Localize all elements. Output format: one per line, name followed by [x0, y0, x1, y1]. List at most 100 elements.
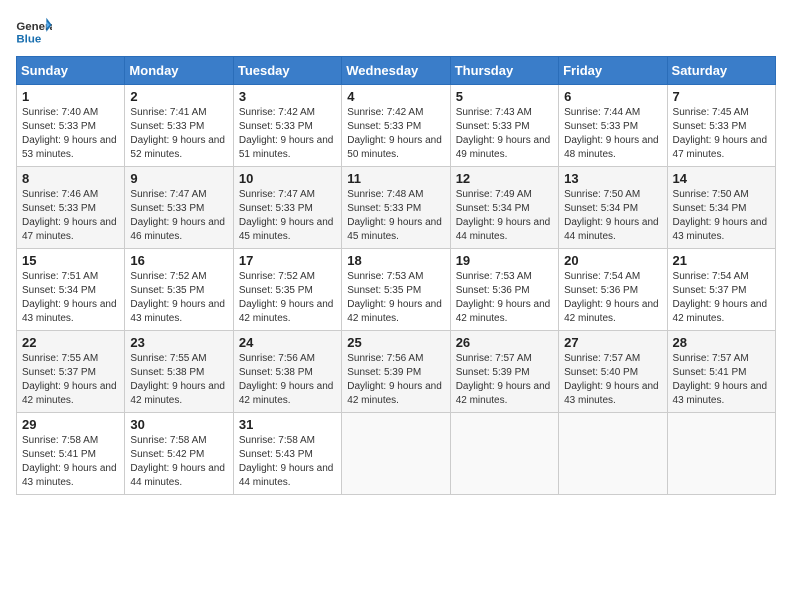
calendar-cell: 9 Sunrise: 7:47 AM Sunset: 5:33 PM Dayli…	[125, 167, 233, 249]
calendar-cell: 22 Sunrise: 7:55 AM Sunset: 5:37 PM Dayl…	[17, 331, 125, 413]
column-header-tuesday: Tuesday	[233, 57, 341, 85]
column-header-friday: Friday	[559, 57, 667, 85]
calendar-cell	[559, 413, 667, 495]
calendar-week-3: 15 Sunrise: 7:51 AM Sunset: 5:34 PM Dayl…	[17, 249, 776, 331]
day-number: 26	[456, 335, 553, 350]
calendar-week-5: 29 Sunrise: 7:58 AM Sunset: 5:41 PM Dayl…	[17, 413, 776, 495]
day-info: Sunrise: 7:41 AM Sunset: 5:33 PM Dayligh…	[130, 106, 227, 162]
day-number: 8	[22, 171, 119, 186]
day-number: 30	[130, 417, 227, 432]
calendar-cell: 2 Sunrise: 7:41 AM Sunset: 5:33 PM Dayli…	[125, 85, 233, 167]
calendar-cell: 20 Sunrise: 7:54 AM Sunset: 5:36 PM Dayl…	[559, 249, 667, 331]
calendar-cell: 19 Sunrise: 7:53 AM Sunset: 5:36 PM Dayl…	[450, 249, 558, 331]
day-info: Sunrise: 7:42 AM Sunset: 5:33 PM Dayligh…	[239, 106, 336, 162]
day-info: Sunrise: 7:52 AM Sunset: 5:35 PM Dayligh…	[130, 270, 227, 326]
calendar-cell	[450, 413, 558, 495]
day-number: 13	[564, 171, 661, 186]
day-number: 15	[22, 253, 119, 268]
calendar-cell: 12 Sunrise: 7:49 AM Sunset: 5:34 PM Dayl…	[450, 167, 558, 249]
calendar-cell: 15 Sunrise: 7:51 AM Sunset: 5:34 PM Dayl…	[17, 249, 125, 331]
day-info: Sunrise: 7:57 AM Sunset: 5:41 PM Dayligh…	[673, 352, 770, 408]
day-info: Sunrise: 7:56 AM Sunset: 5:39 PM Dayligh…	[347, 352, 444, 408]
calendar-cell: 24 Sunrise: 7:56 AM Sunset: 5:38 PM Dayl…	[233, 331, 341, 413]
day-info: Sunrise: 7:48 AM Sunset: 5:33 PM Dayligh…	[347, 188, 444, 244]
calendar-cell: 29 Sunrise: 7:58 AM Sunset: 5:41 PM Dayl…	[17, 413, 125, 495]
calendar-header-row: SundayMondayTuesdayWednesdayThursdayFrid…	[17, 57, 776, 85]
calendar-cell: 25 Sunrise: 7:56 AM Sunset: 5:39 PM Dayl…	[342, 331, 450, 413]
day-number: 17	[239, 253, 336, 268]
day-number: 31	[239, 417, 336, 432]
day-number: 23	[130, 335, 227, 350]
day-info: Sunrise: 7:58 AM Sunset: 5:43 PM Dayligh…	[239, 434, 336, 490]
day-info: Sunrise: 7:52 AM Sunset: 5:35 PM Dayligh…	[239, 270, 336, 326]
calendar-cell: 18 Sunrise: 7:53 AM Sunset: 5:35 PM Dayl…	[342, 249, 450, 331]
calendar-cell: 1 Sunrise: 7:40 AM Sunset: 5:33 PM Dayli…	[17, 85, 125, 167]
calendar-cell: 4 Sunrise: 7:42 AM Sunset: 5:33 PM Dayli…	[342, 85, 450, 167]
calendar-cell: 11 Sunrise: 7:48 AM Sunset: 5:33 PM Dayl…	[342, 167, 450, 249]
day-number: 5	[456, 89, 553, 104]
day-number: 28	[673, 335, 770, 350]
calendar-cell: 28 Sunrise: 7:57 AM Sunset: 5:41 PM Dayl…	[667, 331, 775, 413]
day-number: 19	[456, 253, 553, 268]
day-info: Sunrise: 7:47 AM Sunset: 5:33 PM Dayligh…	[130, 188, 227, 244]
day-info: Sunrise: 7:42 AM Sunset: 5:33 PM Dayligh…	[347, 106, 444, 162]
calendar-cell: 7 Sunrise: 7:45 AM Sunset: 5:33 PM Dayli…	[667, 85, 775, 167]
calendar-cell: 26 Sunrise: 7:57 AM Sunset: 5:39 PM Dayl…	[450, 331, 558, 413]
calendar-cell: 10 Sunrise: 7:47 AM Sunset: 5:33 PM Dayl…	[233, 167, 341, 249]
day-info: Sunrise: 7:49 AM Sunset: 5:34 PM Dayligh…	[456, 188, 553, 244]
day-info: Sunrise: 7:54 AM Sunset: 5:36 PM Dayligh…	[564, 270, 661, 326]
calendar-cell	[667, 413, 775, 495]
day-number: 24	[239, 335, 336, 350]
day-number: 16	[130, 253, 227, 268]
calendar-week-2: 8 Sunrise: 7:46 AM Sunset: 5:33 PM Dayli…	[17, 167, 776, 249]
day-info: Sunrise: 7:57 AM Sunset: 5:39 PM Dayligh…	[456, 352, 553, 408]
day-info: Sunrise: 7:55 AM Sunset: 5:37 PM Dayligh…	[22, 352, 119, 408]
day-info: Sunrise: 7:53 AM Sunset: 5:36 PM Dayligh…	[456, 270, 553, 326]
day-info: Sunrise: 7:40 AM Sunset: 5:33 PM Dayligh…	[22, 106, 119, 162]
calendar-cell: 27 Sunrise: 7:57 AM Sunset: 5:40 PM Dayl…	[559, 331, 667, 413]
day-number: 2	[130, 89, 227, 104]
day-info: Sunrise: 7:56 AM Sunset: 5:38 PM Dayligh…	[239, 352, 336, 408]
column-header-sunday: Sunday	[17, 57, 125, 85]
calendar-cell	[342, 413, 450, 495]
day-number: 27	[564, 335, 661, 350]
logo: General Blue	[16, 16, 52, 46]
day-info: Sunrise: 7:50 AM Sunset: 5:34 PM Dayligh…	[673, 188, 770, 244]
calendar-cell: 5 Sunrise: 7:43 AM Sunset: 5:33 PM Dayli…	[450, 85, 558, 167]
calendar-cell: 3 Sunrise: 7:42 AM Sunset: 5:33 PM Dayli…	[233, 85, 341, 167]
svg-text:Blue: Blue	[16, 33, 41, 45]
column-header-wednesday: Wednesday	[342, 57, 450, 85]
day-number: 21	[673, 253, 770, 268]
day-info: Sunrise: 7:58 AM Sunset: 5:42 PM Dayligh…	[130, 434, 227, 490]
day-info: Sunrise: 7:43 AM Sunset: 5:33 PM Dayligh…	[456, 106, 553, 162]
day-number: 1	[22, 89, 119, 104]
day-number: 22	[22, 335, 119, 350]
day-info: Sunrise: 7:44 AM Sunset: 5:33 PM Dayligh…	[564, 106, 661, 162]
day-info: Sunrise: 7:47 AM Sunset: 5:33 PM Dayligh…	[239, 188, 336, 244]
column-header-monday: Monday	[125, 57, 233, 85]
day-info: Sunrise: 7:50 AM Sunset: 5:34 PM Dayligh…	[564, 188, 661, 244]
calendar-cell: 14 Sunrise: 7:50 AM Sunset: 5:34 PM Dayl…	[667, 167, 775, 249]
day-number: 6	[564, 89, 661, 104]
calendar-cell: 6 Sunrise: 7:44 AM Sunset: 5:33 PM Dayli…	[559, 85, 667, 167]
calendar-week-4: 22 Sunrise: 7:55 AM Sunset: 5:37 PM Dayl…	[17, 331, 776, 413]
day-number: 25	[347, 335, 444, 350]
day-number: 11	[347, 171, 444, 186]
day-number: 10	[239, 171, 336, 186]
day-info: Sunrise: 7:55 AM Sunset: 5:38 PM Dayligh…	[130, 352, 227, 408]
day-info: Sunrise: 7:46 AM Sunset: 5:33 PM Dayligh…	[22, 188, 119, 244]
header: General Blue	[16, 16, 776, 46]
calendar-week-1: 1 Sunrise: 7:40 AM Sunset: 5:33 PM Dayli…	[17, 85, 776, 167]
calendar-cell: 30 Sunrise: 7:58 AM Sunset: 5:42 PM Dayl…	[125, 413, 233, 495]
day-number: 3	[239, 89, 336, 104]
calendar-cell: 16 Sunrise: 7:52 AM Sunset: 5:35 PM Dayl…	[125, 249, 233, 331]
day-info: Sunrise: 7:45 AM Sunset: 5:33 PM Dayligh…	[673, 106, 770, 162]
column-header-thursday: Thursday	[450, 57, 558, 85]
day-number: 14	[673, 171, 770, 186]
calendar-cell: 17 Sunrise: 7:52 AM Sunset: 5:35 PM Dayl…	[233, 249, 341, 331]
calendar-cell: 8 Sunrise: 7:46 AM Sunset: 5:33 PM Dayli…	[17, 167, 125, 249]
calendar-cell: 31 Sunrise: 7:58 AM Sunset: 5:43 PM Dayl…	[233, 413, 341, 495]
day-info: Sunrise: 7:51 AM Sunset: 5:34 PM Dayligh…	[22, 270, 119, 326]
day-info: Sunrise: 7:58 AM Sunset: 5:41 PM Dayligh…	[22, 434, 119, 490]
day-number: 12	[456, 171, 553, 186]
